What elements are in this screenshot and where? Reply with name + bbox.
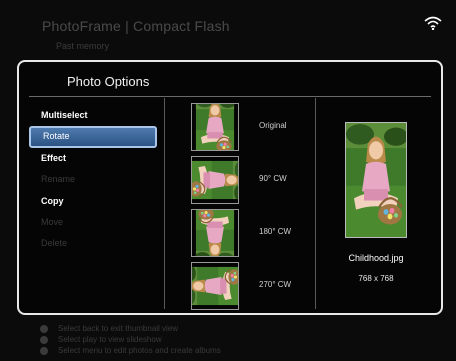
rotation-option-180[interactable]: 180° CW	[191, 208, 309, 261]
menu-item-rotate[interactable]: Rotate	[29, 126, 157, 148]
hint-back: Select back to exit thumbnail view	[38, 324, 221, 335]
photo-options-dialog: Photo Options Multiselect Rotate Effect …	[17, 60, 443, 315]
play-key-icon	[40, 336, 48, 344]
menu-item-copy[interactable]: Copy	[29, 191, 157, 212]
hint-list: Select back to exit thumbnail view Selec…	[38, 324, 221, 357]
rotation-thumbnail	[191, 209, 239, 257]
menu-item-multiselect[interactable]: Multiselect	[29, 105, 157, 126]
file-name: Childhood.jpg	[348, 253, 404, 263]
menu-item-delete: Delete	[41, 238, 68, 249]
rotation-label: 180° CW	[259, 227, 292, 236]
wifi-icon	[424, 16, 442, 30]
rotation-thumbnail	[191, 103, 239, 151]
column-divider-left	[164, 98, 165, 309]
menu-item-effect[interactable]: Effect	[29, 148, 157, 169]
folder-subtitle: Past memory	[56, 41, 110, 51]
rotation-option-270[interactable]: 270° CW	[191, 261, 309, 313]
dialog-title: Photo Options	[67, 74, 150, 89]
rotation-option-original[interactable]: Original	[191, 102, 309, 155]
options-menu: Multiselect Rotate Effect Rename Copy Mo…	[29, 105, 157, 255]
image-dimensions: 768 x 768	[358, 274, 394, 283]
menu-item-move: Move	[41, 216, 64, 227]
rotation-thumbnail	[191, 156, 239, 204]
title-divider	[29, 96, 431, 97]
rotation-list: Original 90° CW 180° CW 270° CW	[191, 102, 309, 313]
photo-preview	[345, 122, 407, 238]
rotation-label: 270° CW	[259, 280, 292, 289]
rotation-thumbnail	[191, 262, 239, 310]
hint-play: Select play to view slideshow	[38, 335, 221, 346]
menu-key-icon	[40, 347, 48, 355]
rotation-label: 90° CW	[259, 174, 287, 183]
column-divider-right	[315, 98, 316, 309]
menu-item-rename: Rename	[41, 174, 76, 185]
hint-menu: Select menu to edit photos and create al…	[38, 346, 221, 357]
rotation-label: Original	[259, 121, 287, 130]
rotation-option-90[interactable]: 90° CW	[191, 155, 309, 208]
app-title: PhotoFrame | Compact Flash	[42, 18, 230, 34]
back-key-icon	[40, 325, 48, 333]
